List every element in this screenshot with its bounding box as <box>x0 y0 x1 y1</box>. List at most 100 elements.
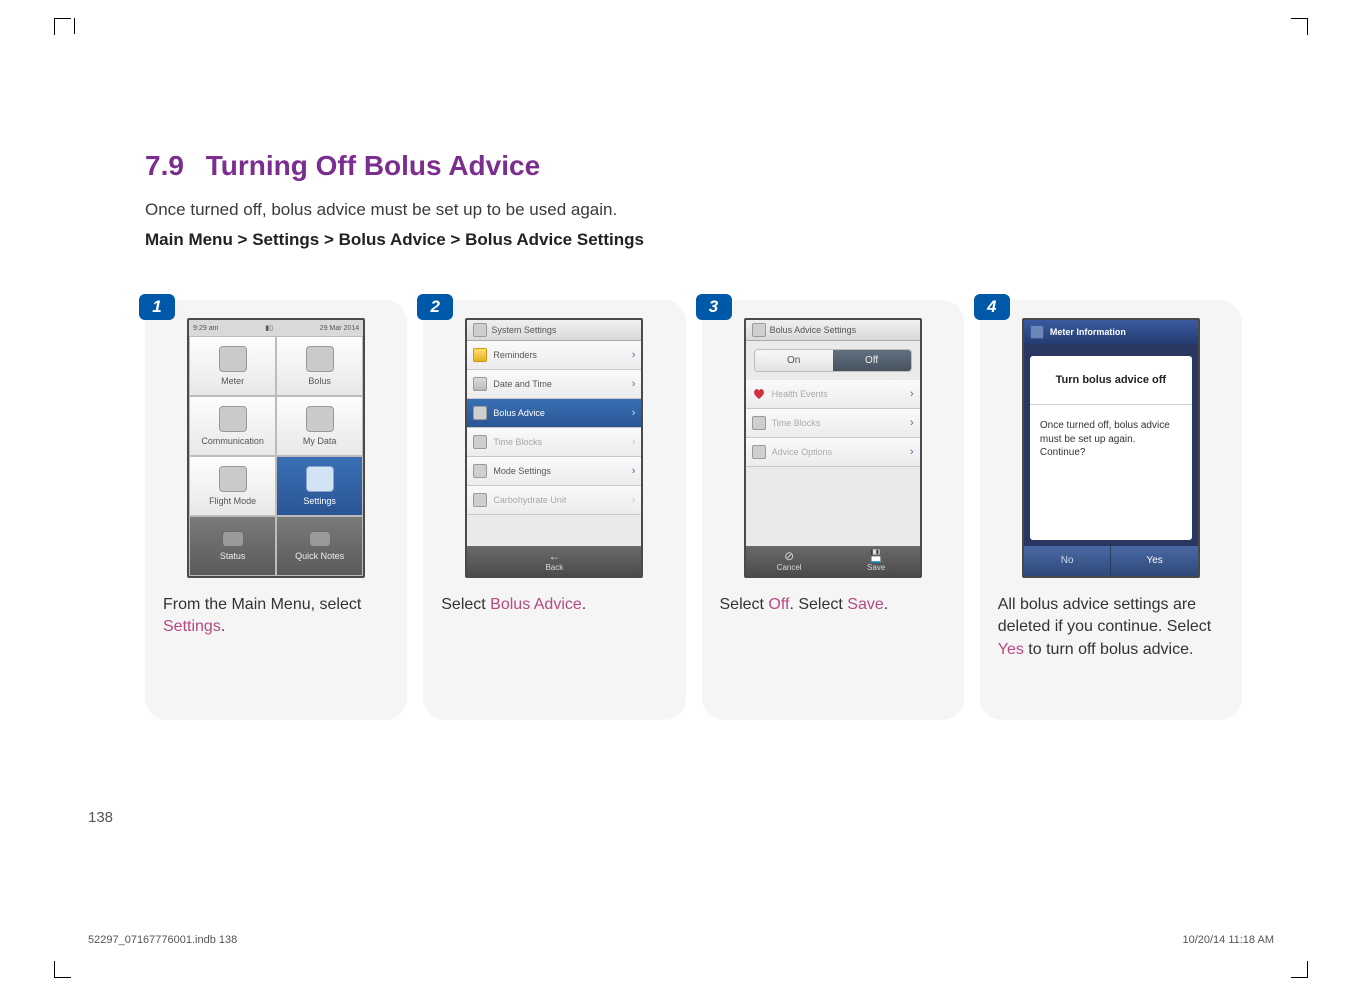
intro-text: Once turned off, bolus advice must be se… <box>145 200 1242 220</box>
header-icon <box>752 323 766 337</box>
chevron-right-icon: › <box>910 446 914 458</box>
button-label: Back <box>545 563 563 572</box>
heart-icon <box>752 387 766 401</box>
row-date-time[interactable]: Date and Time› <box>467 370 641 399</box>
crop-mark <box>1291 18 1308 35</box>
row-label: Advice Options <box>772 447 833 457</box>
header-title: Bolus Advice Settings <box>770 325 857 335</box>
step-badge: 3 <box>696 294 732 320</box>
menu-label: Meter <box>221 376 244 386</box>
menu-settings[interactable]: Settings <box>276 456 363 516</box>
caption-text: From the Main Menu, select <box>163 596 361 613</box>
step-caption: From the Main Menu, select Settings. <box>163 594 389 639</box>
dialog-message: Once turned off, bolus advice must be se… <box>1030 405 1192 540</box>
menu-label: Status <box>220 551 246 561</box>
save-button[interactable]: 💾Save <box>833 546 920 576</box>
menu-quick-notes[interactable]: Quick Notes <box>276 516 363 576</box>
status-time: 9:29 am <box>193 325 218 332</box>
row-time-blocks: Time Blocks › <box>467 428 641 457</box>
screenshot-system-settings: System Settings Reminders › Date and Time… <box>465 318 643 578</box>
row-label: Bolus Advice <box>493 408 545 418</box>
footer-filename: 52297_07167776001.indb 138 <box>88 934 237 946</box>
main-menu-grid: Meter Bolus Communication My Data Flight… <box>189 336 363 576</box>
steps-row: 1 9:29 am ▮▯ 29 Mar 2014 Meter Bolus Com… <box>145 300 1242 720</box>
row-label: Date and Time <box>493 379 552 389</box>
step-4: 4 Meter Information Turn bolus advice of… <box>980 300 1242 720</box>
crop-mark <box>54 961 71 978</box>
row-label: Time Blocks <box>772 418 821 428</box>
row-label: Reminders <box>493 350 537 360</box>
caption-highlight: Bolus Advice <box>490 596 582 613</box>
clock-icon <box>473 377 487 391</box>
carb-unit-icon <box>473 493 487 507</box>
cancel-button[interactable]: ⊘Cancel <box>746 546 833 576</box>
step-caption: Select Bolus Advice. <box>441 594 667 616</box>
dialog-titlebar: Meter Information <box>1024 320 1198 344</box>
flight-mode-icon <box>219 466 247 492</box>
page-number: 138 <box>88 809 113 826</box>
chevron-right-icon: › <box>910 417 914 429</box>
menu-label: My Data <box>303 436 337 446</box>
menu-meter[interactable]: Meter <box>189 336 276 396</box>
segment-on[interactable]: On <box>755 350 833 371</box>
bolus-advice-icon <box>473 406 487 420</box>
row-health-events: Health Events› <box>746 380 920 409</box>
screenshot-main-menu: 9:29 am ▮▯ 29 Mar 2014 Meter Bolus Commu… <box>187 318 365 578</box>
row-mode-settings[interactable]: Mode Settings› <box>467 457 641 486</box>
row-label: Carbohydrate Unit <box>493 495 566 505</box>
menu-status[interactable]: Status <box>189 516 276 576</box>
status-bar: 9:29 am ▮▯ 29 Mar 2014 <box>189 320 363 336</box>
save-icon: 💾 <box>869 550 884 562</box>
menu-flight-mode[interactable]: Flight Mode <box>189 456 276 516</box>
menu-label: Communication <box>201 436 264 446</box>
time-blocks-icon <box>473 435 487 449</box>
info-icon <box>1030 325 1044 339</box>
no-button[interactable]: No <box>1024 546 1112 576</box>
chevron-right-icon: › <box>632 436 636 448</box>
chevron-right-icon: › <box>632 349 636 361</box>
segment-off[interactable]: Off <box>833 350 911 371</box>
step-1: 1 9:29 am ▮▯ 29 Mar 2014 Meter Bolus Com… <box>145 300 407 720</box>
step-badge: 4 <box>974 294 1010 320</box>
chevron-right-icon: › <box>910 388 914 400</box>
section-title: Turning Off Bolus Advice <box>206 150 540 181</box>
dialog-footer: No Yes <box>1024 546 1198 576</box>
caption-text: . <box>582 596 586 613</box>
row-bolus-advice[interactable]: Bolus Advice › <box>467 399 641 428</box>
menu-my-data[interactable]: My Data <box>276 396 363 456</box>
button-label: Cancel <box>777 563 802 572</box>
caption-text: to turn off bolus advice. <box>1024 641 1194 658</box>
back-button[interactable]: ←Back <box>467 546 641 576</box>
step-caption: All bolus advice settings are deleted if… <box>998 594 1224 661</box>
dialog-heading: Turn bolus advice off <box>1030 356 1192 405</box>
screen-footer: ⊘Cancel 💾Save <box>746 546 920 576</box>
yes-button[interactable]: Yes <box>1111 546 1198 576</box>
chevron-right-icon: › <box>632 407 636 419</box>
caption-text: . <box>884 596 888 613</box>
manual-page: 7.9 Turning Off Bolus Advice Once turned… <box>0 0 1362 996</box>
crop-mark <box>74 18 75 34</box>
menu-label: Flight Mode <box>209 496 256 506</box>
menu-communication[interactable]: Communication <box>189 396 276 456</box>
caption-highlight: Off <box>768 596 789 613</box>
row-label: Time Blocks <box>493 437 542 447</box>
on-off-segment: On Off <box>754 349 912 372</box>
row-carbohydrate-unit: Carbohydrate Unit › <box>467 486 641 515</box>
status-date: 29 Mar 2014 <box>320 325 359 332</box>
dialog-body: Turn bolus advice off Once turned off, b… <box>1030 356 1192 540</box>
bolus-icon <box>306 346 334 372</box>
row-reminders[interactable]: Reminders › <box>467 341 641 370</box>
step-caption: Select Off. Select Save. <box>720 594 946 616</box>
chevron-right-icon: › <box>632 494 636 506</box>
quick-notes-icon <box>309 531 331 547</box>
mode-settings-icon <box>473 464 487 478</box>
caption-text: Select <box>441 596 490 613</box>
menu-bolus[interactable]: Bolus <box>276 336 363 396</box>
caption-text: . Select <box>789 596 847 613</box>
button-label: Save <box>867 563 885 572</box>
screenshot-confirmation-dialog: Meter Information Turn bolus advice off … <box>1022 318 1200 578</box>
header-icon <box>473 323 487 337</box>
settings-icon <box>306 466 334 492</box>
header-title: System Settings <box>491 325 556 335</box>
caption-highlight: Settings <box>163 618 221 635</box>
